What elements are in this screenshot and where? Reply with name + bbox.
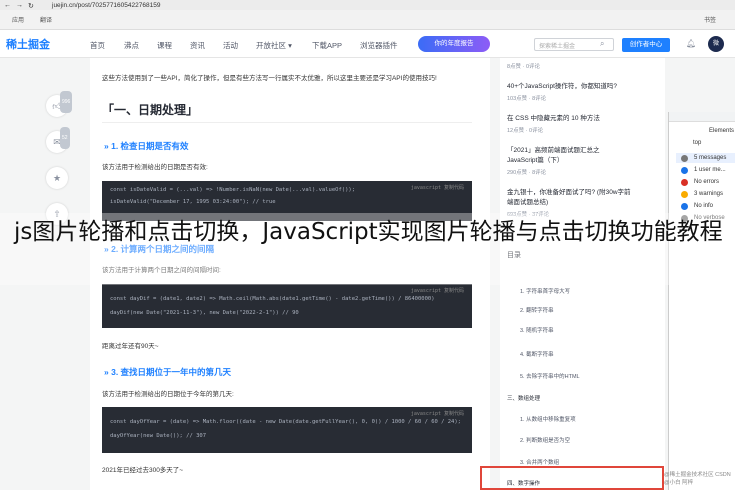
console-user-messages[interactable]: 1 user me...: [694, 167, 726, 173]
related-meta: 8点赞 · 0评论: [507, 64, 541, 70]
devtools-context-select[interactable]: top: [693, 140, 701, 146]
console-messages[interactable]: 5 messages: [694, 155, 726, 161]
code-line: const dayOfYear = (date) => Math.floor((…: [110, 419, 461, 425]
nav-courses[interactable]: 课程: [157, 40, 172, 51]
forward-icon[interactable]: →: [16, 2, 23, 9]
nav-events[interactable]: 活动: [223, 40, 238, 51]
note-date-diff: 距离过年还有90天~: [102, 343, 159, 350]
watermark: @稀土掘金技术社区 CSDN @小白 阿梓: [664, 472, 731, 486]
article-intro: 这些方法使用到了一些API，简化了操作，但是有些方法写一行属实不太优雅，所以这里…: [102, 75, 437, 82]
back-icon[interactable]: ←: [4, 2, 11, 9]
code-line: dayDif(new Date("2021-11-3"), new Date("…: [110, 310, 299, 316]
highlight-box: [480, 466, 664, 490]
section-divider: [102, 122, 472, 123]
reload-icon[interactable]: ↻: [28, 2, 34, 10]
overlay-caption: js图片轮播和点击切换，JavaScript实现图片轮播与点击切换功能教程: [14, 219, 723, 245]
code-block-day-of-year: javascript 复制代码 const dayOfYear = (date)…: [102, 407, 472, 453]
star-icon: ★: [52, 173, 62, 183]
section-title: 「一、日期处理」: [102, 103, 199, 117]
related-meta: 103点赞 · 8评论: [507, 96, 547, 102]
code-lang-label[interactable]: javascript 复制代码: [411, 410, 464, 417]
toc-item[interactable]: 2. 判断数组是否为空: [520, 436, 570, 444]
nav-home[interactable]: 首页: [90, 40, 105, 51]
annual-report-banner[interactable]: 你的年度报告: [418, 36, 490, 52]
toc-item[interactable]: 4. 截断字符串: [520, 350, 554, 358]
code-lang-label[interactable]: javascript 复制代码: [411, 184, 464, 191]
related-article-title[interactable]: 在 CSS 中隐藏元素的 10 种方法: [507, 112, 657, 122]
console-warnings[interactable]: 3 warnings: [694, 191, 723, 197]
desc-day-of-year: 该方法用于检测给出的日期位于今年的第几天:: [102, 391, 234, 398]
related-article-title[interactable]: 金九银十，你准备好面试了吗? (附30w字前端面试题总结): [507, 186, 635, 206]
toc-item[interactable]: 1. 从数组中移除重复项: [520, 415, 576, 423]
browser-toolbar: ← → ↻ juejin.cn/post/7025771605422768159…: [0, 2, 735, 30]
site-header: 稀土掘金 首页 沸点 课程 资讯 活动 开放社区 ▾ 下载APP 浏览器插件 你…: [0, 30, 735, 58]
toc-item[interactable]: 2. 翻转字符串: [520, 306, 554, 314]
code-lang-label[interactable]: javascript 复制代码: [411, 287, 464, 294]
console-info[interactable]: No info: [694, 203, 713, 209]
related-meta: 12点赞 · 0评论: [507, 128, 544, 134]
site-logo[interactable]: 稀土掘金: [6, 36, 50, 52]
heading-day-of-year: » 3. 查找日期位于一年中的第几天: [104, 367, 232, 377]
toc-item[interactable]: 3. 随机字符串: [520, 326, 554, 334]
related-article-title[interactable]: 40+个JavaScript操作符，你都知道吗?: [507, 80, 657, 90]
devtools-titlebar: [669, 112, 735, 122]
nav-news[interactable]: 资讯: [190, 40, 205, 51]
like-count: 996: [60, 91, 73, 113]
comment-button[interactable]: ✉ 52: [46, 127, 70, 153]
bookmark-folder[interactable]: 书签: [704, 15, 716, 24]
code-line: dayOfYear(new Date()); // 307: [110, 433, 207, 439]
toc-item[interactable]: 1. 字符串首字母大写: [520, 287, 570, 295]
note-day-of-year: 2021年已经过去300多天了~: [102, 467, 184, 474]
related-article-title[interactable]: 「2021」高频前端面试题汇总之JavaScript篇（下）: [507, 144, 617, 164]
bookmark-translate[interactable]: 翻译: [40, 15, 52, 24]
related-meta: 290点赞 · 8评论: [507, 170, 547, 176]
devtools-tab-elements[interactable]: Elements: [709, 128, 734, 134]
nav-browser-plugin[interactable]: 浏览器插件: [360, 40, 398, 51]
heading-check-date: » 1. 检查日期是否有效: [104, 141, 189, 151]
search-icon[interactable]: ⌕: [600, 39, 604, 49]
code-line: isDateValid("December 17, 1995 03:24:00"…: [110, 199, 276, 205]
avatar[interactable]: 微: [708, 36, 724, 52]
comment-count: 52: [60, 127, 70, 149]
code-line: const dayDif = (date1, date2) => Math.ce…: [110, 296, 435, 302]
address-bar[interactable]: juejin.cn/post/7025771605422768159: [52, 2, 160, 9]
toc-item[interactable]: 3. 合并两个数组: [520, 458, 559, 466]
creator-center-button[interactable]: 创作者中心: [622, 38, 670, 52]
nav-pins[interactable]: 沸点: [124, 40, 139, 51]
code-block-date-diff: javascript 复制代码 const dayDif = (date1, d…: [102, 284, 472, 328]
like-button[interactable]: 👍︎ 996: [46, 91, 73, 117]
nav-community[interactable]: 开放社区 ▾: [256, 40, 292, 51]
toc-item[interactable]: 5. 去除字符串中的HTML: [520, 372, 580, 380]
desc-check-date: 该方法用于检测给出的日期是否有效:: [102, 164, 208, 171]
notification-icon[interactable]: 🔔︎: [686, 39, 696, 48]
nav-download-app[interactable]: 下载APP: [312, 40, 342, 51]
console-errors[interactable]: No errors: [694, 179, 719, 185]
collect-button[interactable]: ★: [46, 167, 68, 189]
toc-section[interactable]: 三、数组处理: [507, 394, 540, 402]
bookmark-apps[interactable]: 应用: [12, 15, 24, 24]
